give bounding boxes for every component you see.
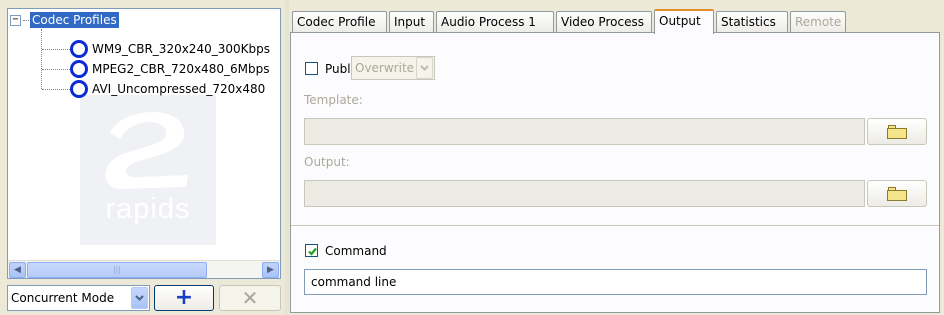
tree-item[interactable]: MPEG2_CBR_720x480_6Mbps (42, 59, 269, 79)
chevron-down-icon[interactable] (416, 57, 433, 79)
scrollbar-thumb[interactable]: ||| (27, 262, 207, 278)
tab-statistics[interactable]: Statistics (716, 11, 788, 33)
tree-item-label[interactable]: WM9_CBR_320x240_300Kbps (92, 42, 270, 56)
overwrite-select-value: Overwrite (355, 61, 415, 75)
remove-profile-button[interactable]: ✕ (219, 285, 281, 311)
tree-root-label[interactable]: Codec Profiles (30, 12, 119, 28)
template-field[interactable] (304, 118, 865, 145)
tab-codec-profile[interactable]: Codec Profile (292, 11, 387, 33)
rapids-logo-mark (105, 112, 188, 189)
tab-audio-process-1[interactable]: Audio Process 1 (436, 11, 554, 33)
collapse-icon[interactable]: − (10, 14, 21, 26)
left-pane: rapids − Codec Profiles WM9_CBR_320x240_… (0, 0, 284, 315)
overwrite-select[interactable]: Overwrite (351, 56, 435, 80)
tree-item[interactable]: AVI_Uncompressed_720x480 (42, 79, 265, 99)
template-label: Template: (304, 93, 363, 107)
profile-circle-icon (70, 60, 88, 78)
tree-root-node[interactable]: − Codec Profiles (10, 11, 119, 29)
publish-checkbox[interactable] (305, 62, 318, 75)
scroll-left-icon[interactable]: ◀ (9, 262, 26, 278)
template-browse-button[interactable] (867, 118, 927, 145)
profile-tree[interactable]: rapids − Codec Profiles WM9_CBR_320x240_… (7, 8, 281, 279)
output-label: Output: (304, 155, 350, 169)
tree-item-label[interactable]: MPEG2_CBR_720x480_6Mbps (92, 62, 269, 76)
tree-connector (42, 68, 70, 70)
output-tab-page: Publish Overwrite Template: Output: Comm… (290, 32, 940, 313)
scroll-right-icon[interactable]: ▶ (262, 262, 279, 278)
section-divider (291, 225, 939, 227)
output-field[interactable] (304, 180, 865, 207)
tree-item-label[interactable]: AVI_Uncompressed_720x480 (92, 82, 265, 96)
command-checkbox[interactable] (305, 244, 318, 257)
command-label[interactable]: Command (325, 244, 387, 258)
folder-icon (887, 124, 907, 139)
rapids-logo-text: rapids (105, 193, 191, 225)
add-profile-button[interactable]: + (154, 285, 214, 311)
tree-connector (42, 48, 70, 50)
horizontal-scrollbar[interactable]: ◀ ||| ▶ (8, 260, 280, 278)
tree-item[interactable]: WM9_CBR_320x240_300Kbps (42, 39, 270, 59)
rapids-logo: rapids (80, 95, 216, 245)
tab-video-process[interactable]: Video Process (556, 11, 652, 33)
profile-circle-icon (70, 80, 88, 98)
chevron-down-icon[interactable] (131, 287, 148, 309)
tab-input[interactable]: Input (389, 11, 434, 33)
tree-connector (23, 19, 29, 21)
output-browse-button[interactable] (867, 180, 927, 207)
command-field[interactable]: command line (304, 269, 927, 295)
tree-connector (42, 88, 70, 90)
tab-remote[interactable]: Remote (790, 11, 846, 33)
folder-icon (887, 186, 907, 201)
pane-splitter[interactable] (285, 0, 289, 315)
checkmark-icon (308, 247, 317, 256)
tab-output[interactable]: Output (654, 9, 714, 34)
profile-circle-icon (70, 40, 88, 58)
mode-select[interactable]: Concurrent Mode (7, 285, 150, 311)
mode-select-value: Concurrent Mode (11, 291, 115, 305)
